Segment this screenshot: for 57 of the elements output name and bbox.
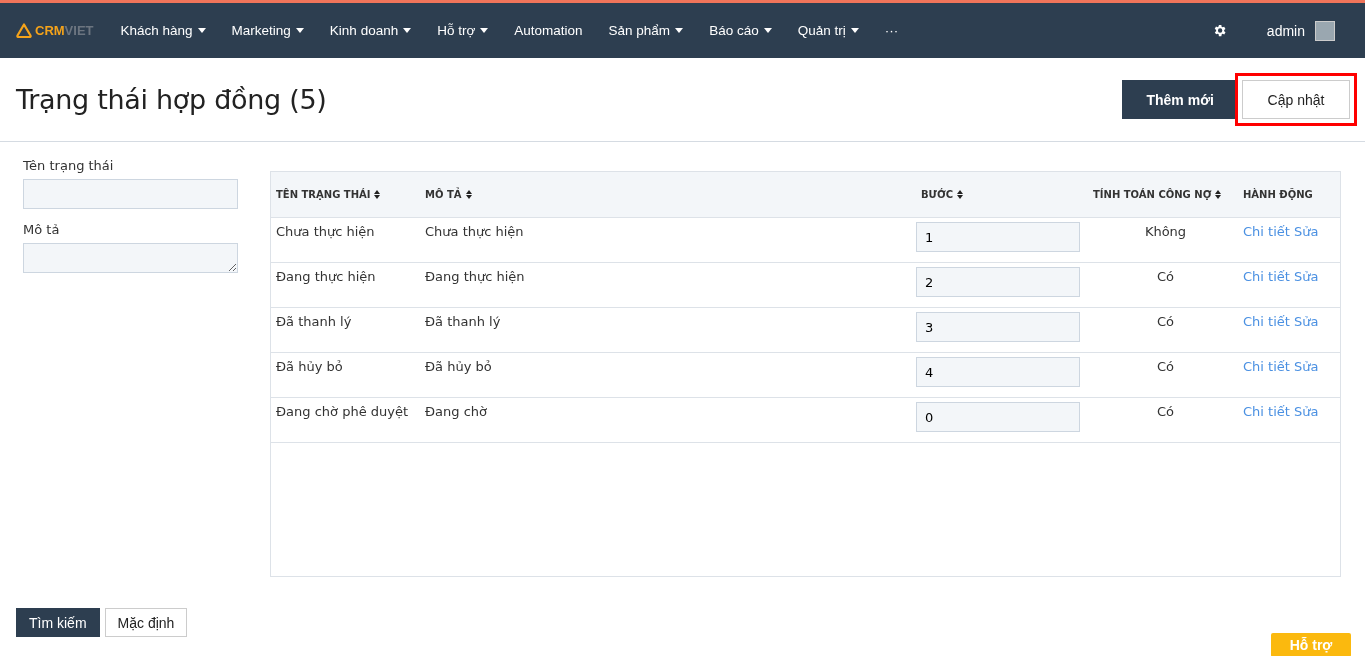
name-field[interactable]: [23, 179, 238, 209]
nav-menu-item[interactable]: Marketing: [218, 3, 317, 58]
caret-icon: [850, 28, 859, 33]
caret-icon: [295, 28, 304, 33]
avatar[interactable]: [1315, 20, 1335, 41]
column-header[interactable]: TÊN TRẠNG THÁI: [276, 189, 381, 200]
caret-icon: [197, 28, 206, 33]
add-new-button[interactable]: Thêm mới: [1122, 80, 1238, 119]
table-cell: Có: [1157, 404, 1174, 419]
username[interactable]: admin: [1266, 22, 1305, 39]
page-title: Trạng thái hợp đồng (5): [16, 84, 327, 115]
nav-menu-item[interactable]: ···: [871, 3, 912, 58]
column-header: HÀNH ĐỘNG: [1243, 189, 1313, 200]
caret-icon: [763, 28, 772, 33]
caret-icon: [480, 28, 489, 33]
step-field[interactable]: 0: [916, 402, 1080, 432]
table-cell: Có: [1157, 359, 1174, 374]
table-cell: Không: [1144, 224, 1187, 239]
table-cell: Chưa thực hiện: [425, 224, 524, 239]
table-cell: Chưa thực hiện: [276, 224, 375, 239]
table-cell: Có: [1157, 269, 1174, 284]
logo-text: CRMVIET: [35, 23, 94, 38]
table-cell: Đã hủy bỏ: [276, 359, 343, 374]
caret-icon: [675, 28, 684, 33]
column-header[interactable]: BƯỚC: [921, 189, 964, 200]
sort-icon[interactable]: [1215, 190, 1222, 199]
logo[interactable]: CRMVIET: [16, 23, 94, 38]
field-label: Tên trạng thái: [23, 158, 115, 173]
sort-icon[interactable]: [957, 190, 964, 199]
search-button[interactable]: Tìm kiếm: [16, 608, 100, 637]
table-cell: Đang thực hiện: [276, 269, 376, 284]
table-cell: Đang thực hiện: [425, 269, 525, 284]
step-field[interactable]: 3: [916, 312, 1080, 342]
step-field[interactable]: 4: [916, 357, 1080, 387]
nav-menu-item[interactable]: Quản trị: [784, 3, 872, 58]
table-cell: Có: [1157, 314, 1174, 329]
nav-menu-item[interactable]: Khách hàng: [107, 3, 219, 58]
table-cell: Đang chờ phê duyệt: [276, 404, 409, 419]
table-cell: Đã thanh lý: [425, 314, 501, 329]
nav-menu-item[interactable]: Automation: [501, 3, 596, 58]
nav-menu-item[interactable]: Hỗ trợ: [424, 3, 502, 58]
sort-icon[interactable]: [465, 190, 472, 199]
nav-menu-item[interactable]: Sản phẩm: [595, 3, 697, 58]
step-field[interactable]: 2: [916, 267, 1080, 297]
column-header[interactable]: MÔ TẢ: [425, 189, 472, 200]
field-label: Mô tả: [23, 222, 61, 237]
nav-menu-item[interactable]: Kinh doanh: [316, 3, 425, 58]
caret-icon: [403, 28, 412, 33]
logo-icon: [16, 23, 32, 38]
table-cell: Đã hủy bỏ: [425, 359, 492, 374]
reset-button[interactable]: Mặc định: [104, 608, 188, 637]
nav-menu-item[interactable]: Báo cáo: [696, 3, 785, 58]
step-field[interactable]: 1: [916, 222, 1080, 252]
description-field[interactable]: [23, 243, 238, 273]
table-cell: Đã thanh lý: [276, 314, 352, 329]
sort-icon[interactable]: [374, 190, 381, 199]
table-cell: Đang chờ: [425, 404, 487, 419]
